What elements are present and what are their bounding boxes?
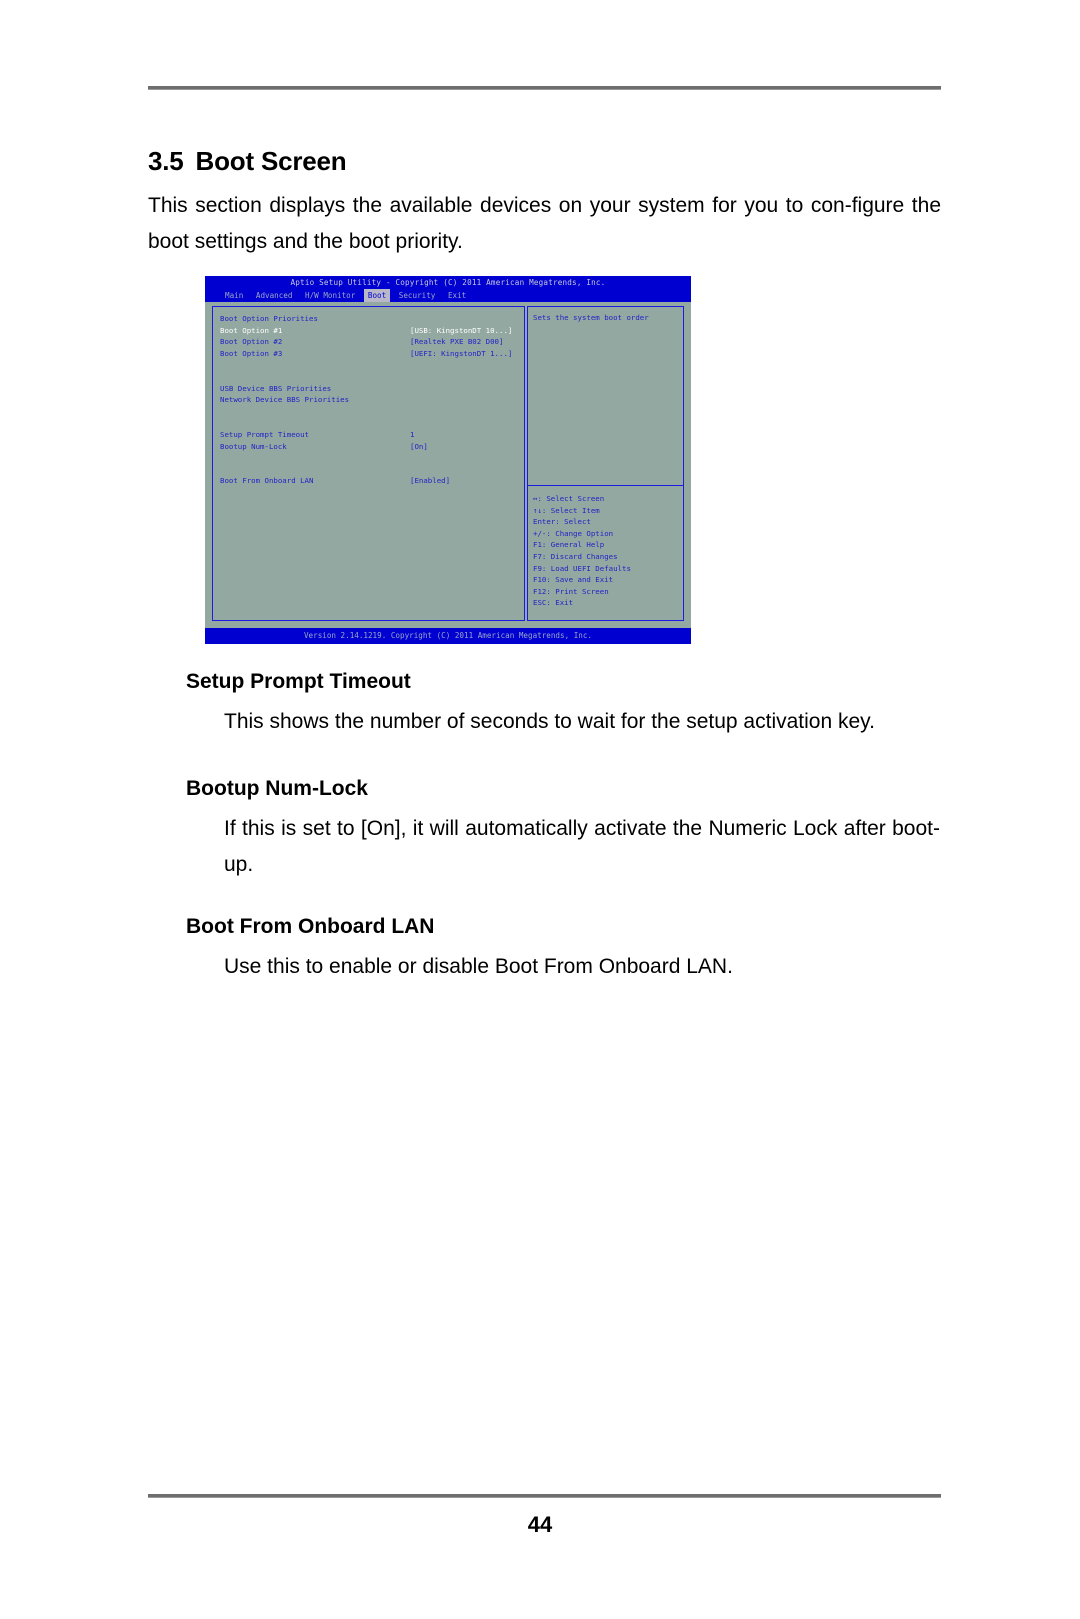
bios-setting-boot-from-onboard-lan-label: Boot From Onboard LAN	[220, 476, 314, 486]
bios-tab-main[interactable]: Main	[221, 289, 247, 302]
bios-setting-setup-prompt-timeout-value: 1	[410, 429, 415, 439]
bios-help-divider	[528, 485, 683, 486]
bios-nav-key-list: ↔: Select Screen ↑↓: Select Item Enter: …	[533, 493, 680, 609]
bios-title-bar: Aptio Setup Utility - Copyright (C) 2011…	[205, 276, 691, 289]
bios-tab-boot[interactable]: Boot	[363, 289, 391, 302]
bios-body: Boot Option Priorities Boot Option #1 [U…	[205, 302, 691, 628]
intro-paragraph: This section displays the available devi…	[148, 194, 941, 253]
bios-screenshot: Aptio Setup Utility - Copyright (C) 2011…	[205, 276, 691, 644]
bios-boot-option-2-label: Boot Option #2	[220, 337, 283, 347]
bios-setting-boot-from-onboard-lan[interactable]: Boot From Onboard LAN [Enabled]	[220, 475, 520, 487]
heading-boot-from-onboard-lan: Boot From Onboard LAN	[186, 915, 435, 938]
page-title: 3.5 Boot Screen	[148, 146, 347, 177]
bios-nav-key-f9-load-defaults: F9: Load UEFI Defaults	[533, 563, 631, 573]
bios-setting-bootup-num-lock-label: Bootup Num-Lock	[220, 441, 287, 451]
bios-nav-key-select-screen: ↔: Select Screen	[533, 494, 605, 503]
bios-setting-bootup-num-lock-value: [On]	[410, 441, 428, 451]
bios-nav-key-enter-select: Enter: Select	[533, 517, 591, 527]
manual-page: 3.5 Boot Screen This section displays the…	[0, 0, 1080, 1619]
bios-setting-bootup-num-lock[interactable]: Bootup Num-Lock [On]	[220, 441, 520, 453]
paragraph-boot-from-onboard-lan: Use this to enable or disable Boot From …	[224, 955, 733, 978]
bios-nav-key-f1-general-help: F1: General Help	[533, 540, 605, 550]
bios-submenu-usb-device-bbs[interactable]: USB Device BBS Priorities	[220, 383, 520, 395]
bios-nav-key-select-item: ↑↓: Select Item	[533, 505, 600, 515]
bios-tab-hw-monitor[interactable]: H/W Monitor	[301, 289, 359, 302]
bios-setting-setup-prompt-timeout-label: Setup Prompt Timeout	[220, 429, 309, 439]
paragraph-setup-prompt-timeout: This shows the number of seconds to wait…	[224, 710, 875, 733]
paragraph-bootup-num-lock: If this is set to [On], it will automati…	[224, 817, 940, 876]
section-number: 3.5	[148, 146, 184, 176]
section-title: Boot Screen	[195, 146, 347, 176]
bios-nav-key-f12-print-screen: F12: Print Screen	[533, 586, 609, 596]
bios-help-text: Sets the system boot order	[533, 313, 649, 322]
bios-nav-key-f7-discard-changes: F7: Discard Changes	[533, 551, 618, 561]
footer-rule	[148, 1494, 941, 1498]
bios-boot-option-2-value: [Realtek PXE B02 D00]	[410, 337, 504, 347]
bios-group-heading: Boot Option Priorities	[220, 313, 520, 325]
heading-bootup-num-lock: Bootup Num-Lock	[186, 777, 368, 800]
page-number: 44	[527, 1512, 553, 1537]
heading-setup-prompt-timeout: Setup Prompt Timeout	[186, 670, 411, 693]
header-rule	[148, 86, 941, 90]
bios-nav-key-change-option: +/-: Change Option	[533, 528, 614, 538]
bios-nav-key-esc-exit: ESC: Exit	[533, 598, 574, 608]
bios-boot-option-1-label: Boot Option #1	[220, 325, 283, 335]
bios-setting-setup-prompt-timeout[interactable]: Setup Prompt Timeout 1	[220, 429, 520, 441]
bios-help-panel: Sets the system boot order ↔: Select Scr…	[527, 306, 684, 621]
bios-boot-option-3-label: Boot Option #3	[220, 348, 283, 358]
bios-submenu-usb-device-bbs-label: USB Device BBS Priorities	[220, 383, 332, 393]
bios-option-list: Boot Option Priorities Boot Option #1 [U…	[220, 313, 520, 487]
bios-boot-option-2[interactable]: Boot Option #2 [Realtek PXE B02 D00]	[220, 336, 520, 348]
bios-boot-option-3[interactable]: Boot Option #3 [UEFI: KingstonDT 1...]	[220, 348, 520, 360]
bios-tab-exit[interactable]: Exit	[444, 289, 470, 302]
bios-submenu-network-device-bbs[interactable]: Network Device BBS Priorities	[220, 394, 520, 406]
bios-boot-option-1[interactable]: Boot Option #1 [USB: KingstonDT 10...]	[220, 325, 520, 337]
bios-menu-bar[interactable]: Main Advanced H/W Monitor Boot Security …	[205, 289, 691, 302]
bios-boot-option-3-value: [UEFI: KingstonDT 1...]	[410, 348, 513, 358]
bios-settings-panel: Boot Option Priorities Boot Option #1 [U…	[212, 306, 525, 621]
bios-boot-option-1-value: [USB: KingstonDT 10...]	[410, 325, 513, 335]
bios-nav-key-f10-save-exit: F10: Save and Exit	[533, 575, 614, 585]
bios-tab-security[interactable]: Security	[395, 289, 440, 302]
bios-version-bar: Version 2.14.1219. Copyright (C) 2011 Am…	[205, 628, 691, 644]
bios-submenu-network-device-bbs-label: Network Device BBS Priorities	[220, 395, 350, 405]
bios-group-heading-label: Boot Option Priorities	[220, 314, 318, 323]
bios-setting-boot-from-onboard-lan-value: [Enabled]	[410, 476, 451, 486]
bios-tab-advanced[interactable]: Advanced	[252, 289, 297, 302]
